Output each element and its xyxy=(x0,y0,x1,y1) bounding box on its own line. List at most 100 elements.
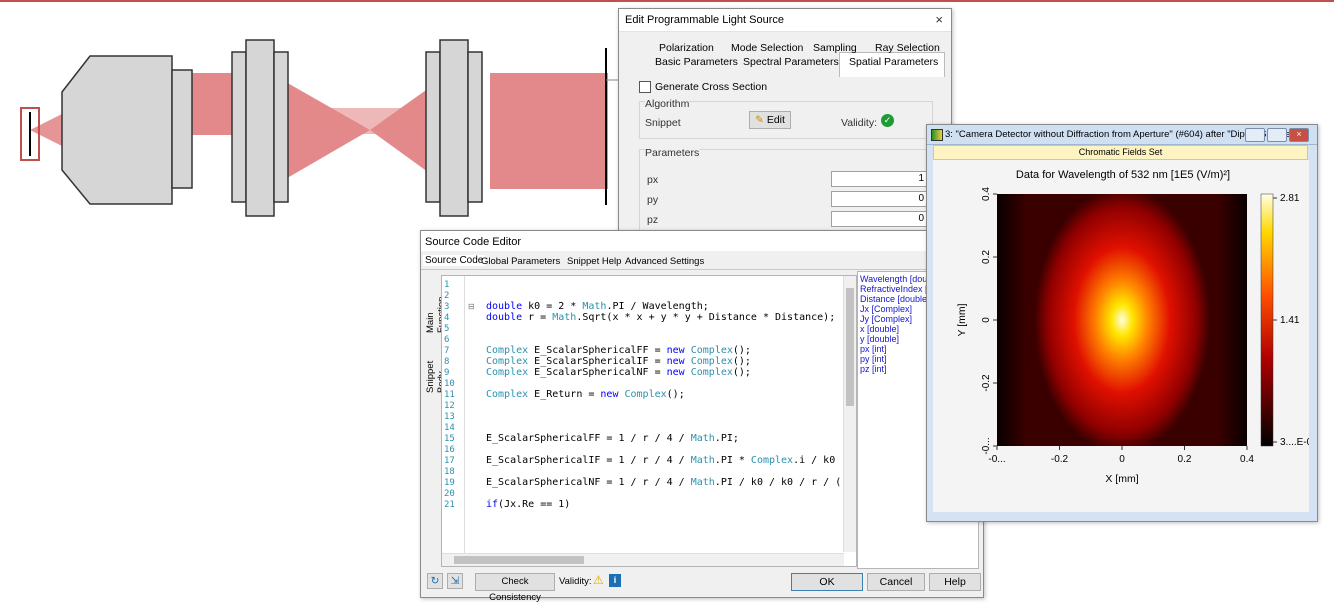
line-number: 21 xyxy=(444,500,455,510)
line-number: 15 xyxy=(444,434,455,444)
tab-ray-selection[interactable]: Ray Selection xyxy=(875,42,940,54)
generate-cross-section-checkbox[interactable] xyxy=(639,81,651,94)
lens-2-ring xyxy=(425,51,441,203)
check-consistency-button[interactable]: Check Consistency xyxy=(475,573,555,603)
line-number: 4 xyxy=(444,313,450,323)
validity-footer-label: Validity: xyxy=(559,576,592,587)
y-axis-label: Y [mm] xyxy=(956,303,968,336)
close-icon[interactable]: × xyxy=(1289,128,1309,142)
sce-tab-bar: Source Code Global Parameters Snippet He… xyxy=(421,253,983,270)
objective-lens xyxy=(61,55,173,205)
help-button[interactable]: Help xyxy=(929,573,981,591)
line-number: 3 xyxy=(444,302,450,312)
scroll-thumb[interactable] xyxy=(846,288,854,406)
ok-button[interactable]: OK xyxy=(791,573,863,591)
beam-mid xyxy=(300,108,420,134)
y-tick-label: -0... xyxy=(981,437,992,454)
light-source-dialog: Edit Programmable Light Source × Polariz… xyxy=(618,8,952,251)
colorbar-tick-label: 1.41 xyxy=(1280,315,1300,326)
hscroll-thumb[interactable] xyxy=(454,556,584,564)
line-number: 13 xyxy=(444,412,455,422)
algorithm-label: Algorithm xyxy=(645,98,690,110)
tab-global-parameters[interactable]: Global Parameters xyxy=(481,256,560,267)
sce-titlebar: Source Code Editor xyxy=(421,231,983,251)
line-number: 17 xyxy=(444,456,455,466)
lens-1-body xyxy=(245,39,275,217)
beam-output xyxy=(490,73,608,189)
code-line-8: Complex E_ScalarSphericalIF = new Comple… xyxy=(486,356,751,367)
lens-1-ring-b xyxy=(273,51,289,203)
edit-snippet-button[interactable]: ✎ Edit xyxy=(749,111,791,129)
line-number: 20 xyxy=(444,489,455,499)
colorbar xyxy=(1260,193,1274,447)
cancel-button[interactable]: Cancel xyxy=(867,573,925,591)
line-number: 1 xyxy=(444,280,450,290)
line-number: 10 xyxy=(444,379,455,389)
tab-source-code[interactable]: Source Code xyxy=(423,255,486,266)
sce-title: Source Code Editor xyxy=(425,236,521,248)
info-icon[interactable]: i xyxy=(609,574,621,587)
tab-snippet-help[interactable]: Snippet Help xyxy=(567,256,621,267)
y-tick-label: -0.2 xyxy=(981,374,992,392)
code-line-11: Complex E_Return = new Complex(); xyxy=(486,389,685,400)
code-line-19: E_ScalarSphericalNF = 1 / r / 4 / Math.P… xyxy=(486,477,842,488)
edit-button-label: Edit xyxy=(766,114,785,126)
tab-spectral-parameters[interactable]: Spectral Parameters xyxy=(743,56,839,68)
validity-label: Validity: xyxy=(841,117,877,129)
check-ok-icon: ✓ xyxy=(881,114,894,127)
collapse-icon[interactable]: ⊟ xyxy=(468,302,475,311)
line-number: 12 xyxy=(444,401,455,411)
horizontal-scrollbar[interactable] xyxy=(442,553,844,566)
tab-sampling[interactable]: Sampling xyxy=(813,42,857,54)
line-numbers: 1 2 3 4 5 6 7 8 9 10 11 12 13 14 15 16 1… xyxy=(442,276,465,566)
x-axis-label: X [mm] xyxy=(1105,473,1138,485)
generate-cross-section-row[interactable]: Generate Cross Section xyxy=(639,81,767,94)
close-icon[interactable]: × xyxy=(935,12,943,27)
tab-polarization[interactable]: Polarization xyxy=(659,42,714,54)
code-line-4: double r = Math.Sqrt(x * x + y * y + Dis… xyxy=(486,312,836,323)
heatmap-edge-fade xyxy=(997,194,1247,446)
chart-title: Data for Wavelength of 532 nm [1E5 (V/m)… xyxy=(1016,169,1230,181)
refresh-icon[interactable]: ↻ xyxy=(427,573,443,589)
parameters-label: Parameters xyxy=(645,147,700,159)
tab-mode-selection[interactable]: Mode Selection xyxy=(731,42,803,54)
objective-ring xyxy=(171,69,193,189)
code-line-15: E_ScalarSphericalFF = 1 / r / 4 / Math.P… xyxy=(486,433,739,444)
line-number: 16 xyxy=(444,445,455,455)
line-number: 2 xyxy=(444,291,450,301)
line-number: 9 xyxy=(444,368,450,378)
camera-titlebar: 3: "Camera Detector without Diffraction … xyxy=(927,125,1317,145)
tab-spatial-parameters[interactable]: Spatial Parameters xyxy=(849,56,938,68)
y-tick-label: 0.2 xyxy=(981,250,992,264)
plot-canvas: Data for Wavelength of 532 nm [1E5 (V/m)… xyxy=(933,160,1318,512)
optical-setup-illustration xyxy=(20,39,625,217)
x-tick-label: -0... xyxy=(988,454,1005,465)
line-number: 7 xyxy=(444,346,450,356)
minimize-icon[interactable] xyxy=(1245,128,1265,142)
param-pz-label: pz xyxy=(647,214,659,226)
code-line-7: Complex E_ScalarSphericalFF = new Comple… xyxy=(486,345,751,356)
line-number: 5 xyxy=(444,324,450,334)
code-line-3: double k0 = 2 * Math.PI / Wavelength; xyxy=(486,301,709,312)
y-tick-label: 0.4 xyxy=(981,187,992,201)
x-tick-label: 0.4 xyxy=(1240,454,1254,465)
code-line-9: Complex E_ScalarSphericalNF = new Comple… xyxy=(486,367,751,378)
import-icon[interactable]: ⇲ xyxy=(447,573,463,589)
param-py-label: py xyxy=(647,194,659,206)
line-number: 19 xyxy=(444,478,455,488)
heatmap-chart: Data for Wavelength of 532 nm [1E5 (V/m)… xyxy=(956,169,1318,485)
line-number: 14 xyxy=(444,423,455,433)
camera-detector-window: 3: "Camera Detector without Diffraction … xyxy=(926,124,1318,522)
y-tick-label: 0 xyxy=(981,317,992,323)
warning-icon: ⚠ xyxy=(593,573,604,587)
maximize-icon[interactable] xyxy=(1267,128,1287,142)
x-tick-label: 0 xyxy=(1119,454,1125,465)
vertical-scrollbar[interactable] xyxy=(843,276,856,552)
tab-advanced-settings[interactable]: Advanced Settings xyxy=(625,256,704,267)
code-line-21: if(Jx.Re == 1) xyxy=(486,499,571,510)
chromatic-fields-header: Chromatic Fields Set xyxy=(933,145,1308,160)
tab-basic-parameters[interactable]: Basic Parameters xyxy=(655,56,738,68)
snippet-label: Snippet xyxy=(645,117,681,129)
line-number: 8 xyxy=(444,357,450,367)
code-editor-area[interactable]: 1 2 3 4 5 6 7 8 9 10 11 12 13 14 15 16 1… xyxy=(441,275,857,567)
